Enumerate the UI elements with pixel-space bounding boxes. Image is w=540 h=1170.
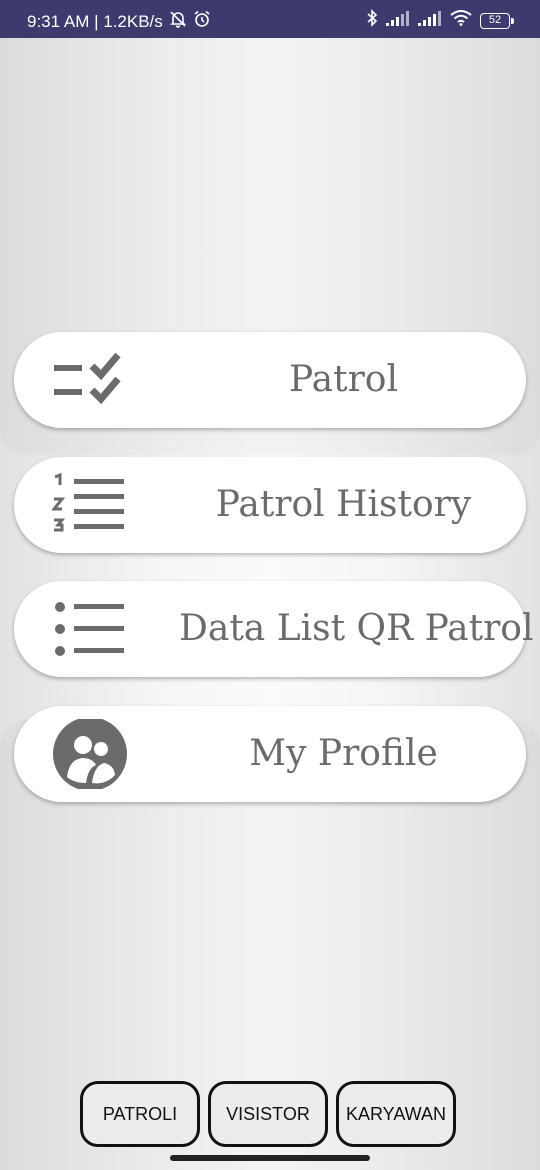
checklist-icon: [52, 345, 128, 415]
battery-icon: 52: [480, 12, 514, 29]
menu-label-my-profile: My Profile: [249, 733, 438, 774]
menu-label-patrol-history: Patrol History: [215, 484, 472, 525]
status-right: 52: [366, 9, 514, 32]
bulleted-list-icon: [52, 594, 128, 664]
numbered-list-icon: [50, 470, 128, 540]
menu-item-patrol-history[interactable]: Patrol History: [14, 457, 526, 553]
patroli-button[interactable]: PATROLI: [80, 1081, 200, 1147]
signal-icon: [386, 10, 410, 31]
menu-item-patrol[interactable]: Patrol: [14, 332, 526, 428]
status-time-speed: 9:31 AM | 1.2KB/s: [27, 11, 163, 31]
menu-item-my-profile[interactable]: My Profile: [14, 706, 526, 802]
bottom-nav: PATROLI VISISTOR KARYAWAN: [80, 1081, 456, 1147]
mute-bell-icon: [169, 10, 187, 33]
status-bar: 9:31 AM | 1.2KB/s 52: [0, 0, 540, 38]
wifi-icon: [450, 10, 472, 31]
visistor-button[interactable]: VISISTOR: [208, 1081, 328, 1147]
karyawan-button[interactable]: KARYAWAN: [336, 1081, 456, 1147]
status-left: 9:31 AM | 1.2KB/s: [27, 10, 211, 33]
profile-group-icon: [52, 717, 128, 791]
signal-icon: [418, 10, 442, 31]
home-indicator[interactable]: [170, 1155, 370, 1161]
menu-item-data-list-qr-patrol[interactable]: Data List QR Patrol: [14, 581, 534, 677]
menu-label-data-list-qr-patrol: Data List QR Patrol: [179, 608, 534, 649]
bluetooth-icon: [366, 9, 378, 32]
menu-label-patrol: Patrol: [289, 359, 398, 400]
alarm-icon: [193, 10, 211, 33]
